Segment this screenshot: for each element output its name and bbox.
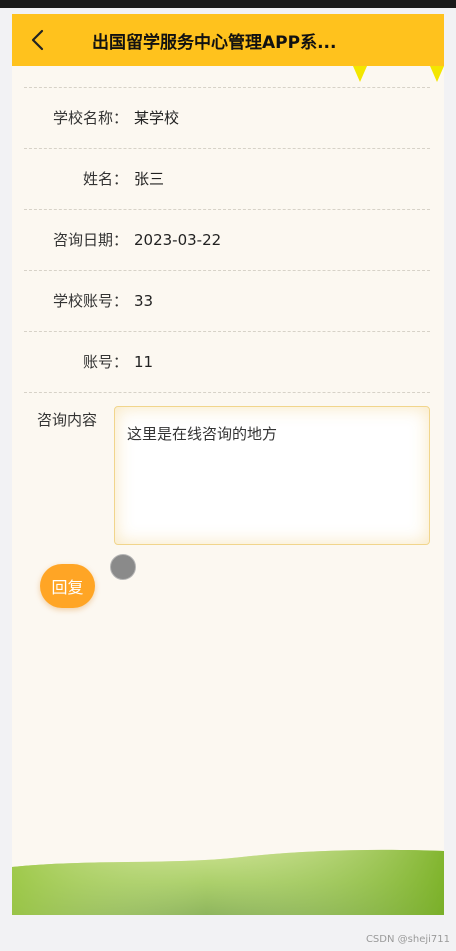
floating-assist-button[interactable] bbox=[110, 554, 136, 580]
content-textarea[interactable]: 这里是在线咨询的地方 bbox=[114, 406, 430, 545]
field-label: 账号： bbox=[82, 353, 128, 371]
watermark: CSDN @sheji711 bbox=[365, 934, 450, 945]
field-row-name: 姓名： 张三 bbox=[24, 149, 430, 210]
app-screen: 咨询编号： 1679478979480 学校名称： 某学校 姓名： 张三 咨询日… bbox=[12, 14, 444, 915]
field-label: 咨询日期： bbox=[52, 231, 128, 249]
reply-button[interactable]: 回复 bbox=[40, 564, 95, 608]
decorative-pennant bbox=[353, 66, 367, 82]
content-label: 咨询内容 bbox=[37, 411, 98, 429]
content-text: 这里是在线咨询的地方 bbox=[127, 425, 278, 443]
top-status-strip bbox=[0, 0, 456, 8]
page-title: 出国留学服务中心管理APP系... bbox=[92, 33, 337, 53]
field-row-consult-date: 咨询日期： 2023-03-22 bbox=[24, 210, 430, 271]
back-arrow-icon[interactable] bbox=[26, 26, 52, 54]
field-value: 张三 bbox=[134, 170, 165, 188]
field-row-school-account: 学校账号： 33 bbox=[24, 271, 430, 332]
field-label: 姓名： bbox=[82, 170, 128, 188]
grass-decoration bbox=[12, 849, 444, 915]
field-row-school-name: 学校名称： 某学校 bbox=[24, 88, 430, 149]
field-row-account: 账号： 11 bbox=[24, 332, 430, 393]
decorative-pennant bbox=[430, 66, 444, 82]
field-value: 某学校 bbox=[134, 109, 180, 127]
field-value: 11 bbox=[134, 353, 154, 371]
field-label: 学校名称： bbox=[52, 109, 128, 127]
field-label: 学校账号： bbox=[52, 292, 128, 310]
field-value: 33 bbox=[134, 292, 154, 310]
field-value: 2023-03-22 bbox=[134, 231, 222, 249]
app-header: 出国留学服务中心管理APP系... bbox=[12, 14, 444, 66]
